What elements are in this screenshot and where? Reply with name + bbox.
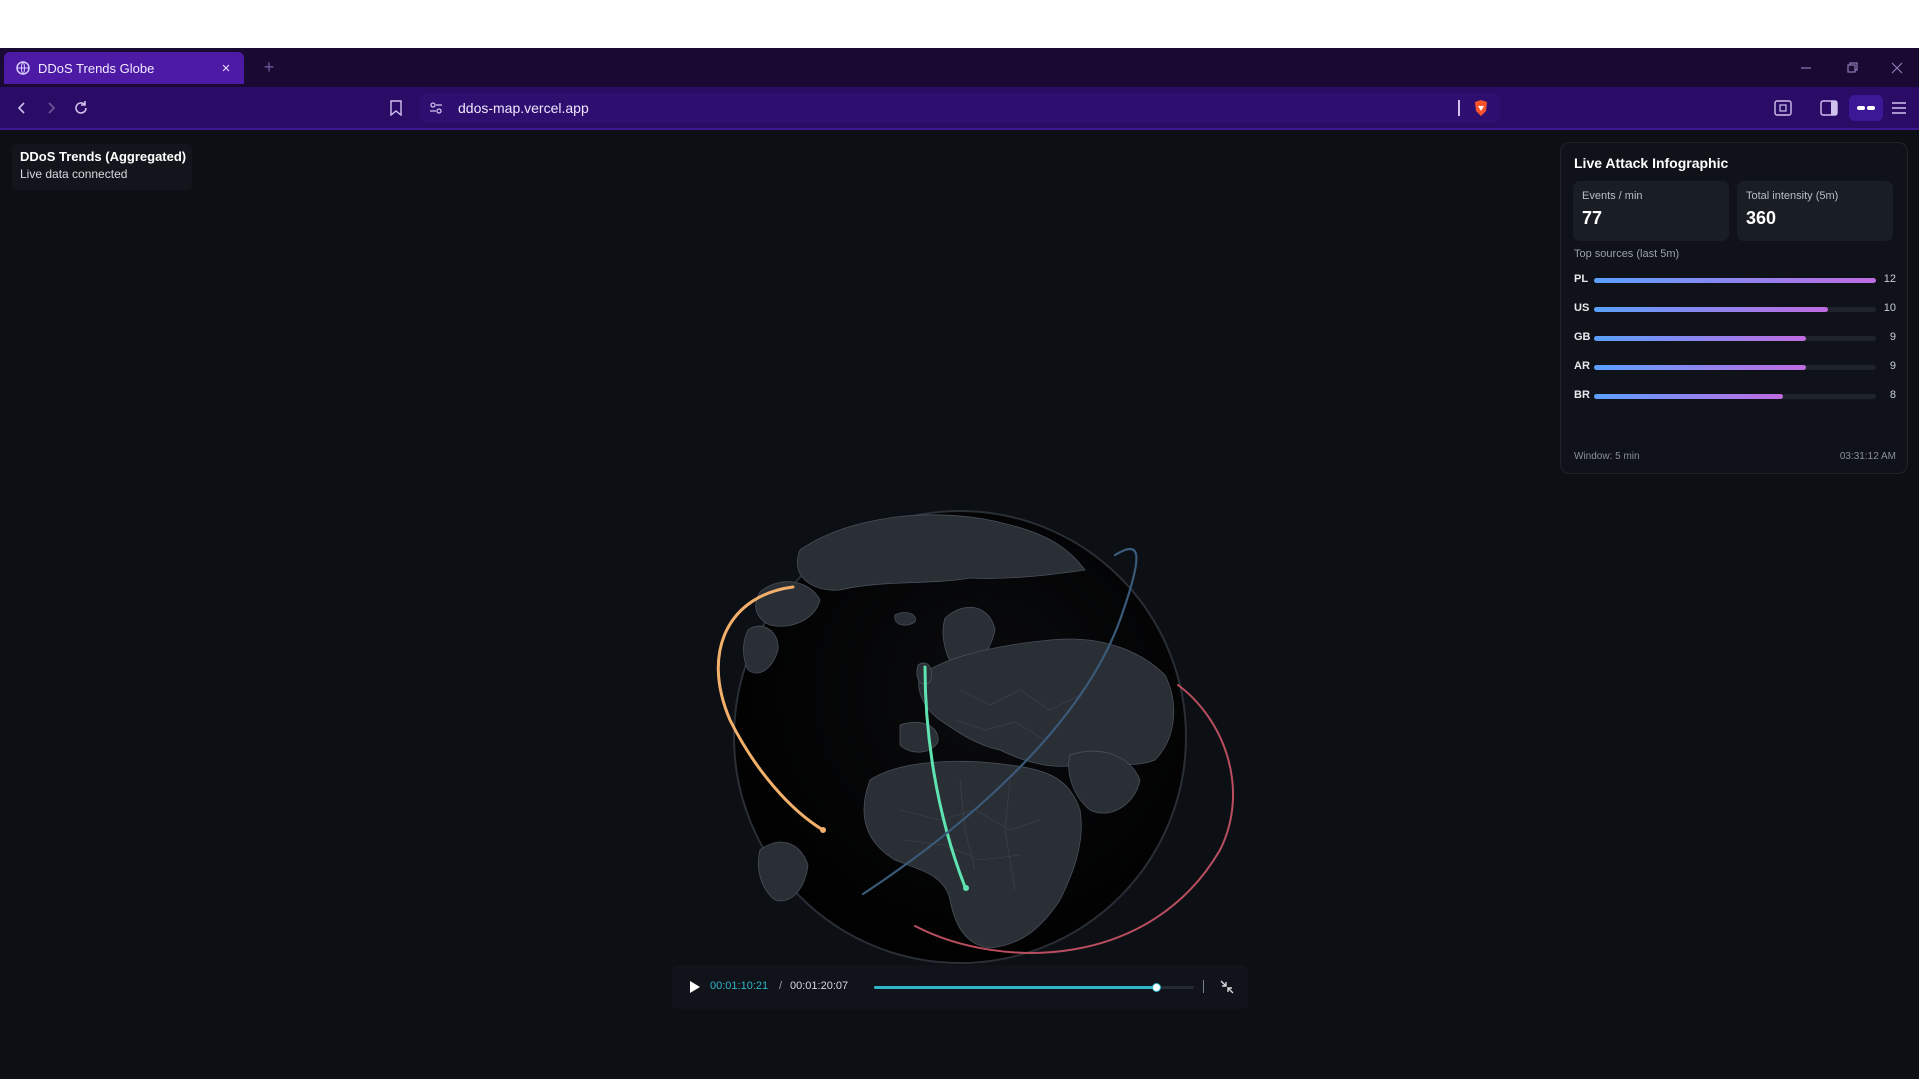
source-row-us: US 10 (1574, 300, 1896, 318)
status-heading: DDoS Trends (Aggregated) (20, 149, 187, 164)
exit-fullscreen-icon[interactable] (1218, 978, 1236, 996)
events-per-min-card: Events / min 77 (1573, 181, 1729, 241)
source-bar-fill (1594, 365, 1806, 370)
events-value: 77 (1582, 208, 1603, 228)
total-duration: 00:01:20:07 (790, 980, 849, 992)
source-bar-fill (1594, 394, 1783, 399)
wallet-icon[interactable] (1849, 95, 1883, 121)
close-window-icon[interactable] (1885, 56, 1909, 80)
globe-favicon-icon (16, 61, 30, 75)
source-count: 8 (1889, 389, 1896, 401)
tab-strip: DDoS Trends Globe × + (0, 48, 1919, 87)
source-bar-track (1594, 307, 1876, 312)
bookmark-icon[interactable] (383, 95, 409, 121)
status-subtext: Live data connected (20, 167, 128, 181)
sidebar-icon[interactable] (1816, 95, 1842, 121)
panel-timestamp: 03:31:12 AM (1839, 451, 1896, 462)
source-row-br: BR 8 (1574, 387, 1896, 405)
top-sources-heading: Top sources (last 5m) (1574, 248, 1680, 260)
current-time: 00:01:10:21 (710, 980, 769, 992)
panel-title: Live Attack Infographic (1574, 155, 1729, 171)
source-bar-track (1594, 365, 1876, 370)
forward-icon[interactable] (38, 95, 64, 121)
playback-controls: 00:01:10:21 / 00:01:20:07 (672, 965, 1248, 1009)
source-code: US (1574, 302, 1590, 314)
reload-icon[interactable] (68, 95, 94, 121)
events-label: Events / min (1582, 190, 1643, 202)
screenshot-icon[interactable] (1770, 95, 1796, 121)
connection-status-card: DDoS Trends (Aggregated) Live data conne… (12, 144, 192, 190)
seek-bar-fill (874, 986, 1156, 989)
source-bar-track (1594, 336, 1876, 341)
arc-endpoint-orange (820, 827, 826, 833)
restore-icon[interactable] (1840, 56, 1864, 80)
source-bar-track (1594, 278, 1876, 283)
new-tab-button[interactable]: + (258, 56, 280, 78)
intensity-label: Total intensity (5m) (1746, 190, 1839, 202)
source-count: 10 (1883, 302, 1896, 314)
menu-icon[interactable] (1886, 95, 1912, 121)
site-settings-icon[interactable] (428, 100, 444, 116)
source-count: 9 (1889, 331, 1896, 343)
source-count: 12 (1883, 273, 1896, 285)
source-bar-fill (1594, 336, 1806, 341)
url-divider (1458, 100, 1460, 116)
brave-shield-icon[interactable] (1472, 99, 1490, 117)
seek-bar[interactable] (874, 983, 1194, 992)
source-row-pl: PL 12 (1574, 271, 1896, 289)
player-divider (1203, 980, 1204, 993)
iceland-landmass (894, 612, 916, 626)
live-attack-panel: Live Attack Infographic Events / min 77 … (1560, 142, 1908, 474)
source-bar-fill (1594, 307, 1829, 312)
tab-close-icon[interactable]: × (216, 60, 236, 77)
intensity-value: 360 (1746, 208, 1777, 228)
seek-handle[interactable] (1151, 983, 1161, 992)
address-bar[interactable]: ddos-map.vercel.app (420, 93, 1500, 123)
minimize-icon[interactable] (1794, 56, 1818, 80)
play-icon[interactable] (686, 979, 702, 995)
window-label: Window: 5 min (1574, 451, 1640, 462)
app-canvas[interactable]: DDoS Trends (Aggregated) Live data conne… (0, 130, 1919, 1079)
source-row-ar: AR 9 (1574, 358, 1896, 376)
total-intensity-card: Total intensity (5m) 360 (1737, 181, 1893, 241)
source-bar-track (1594, 394, 1876, 399)
source-code: GB (1574, 331, 1591, 343)
source-code: AR (1574, 360, 1590, 372)
time-separator: / (779, 980, 783, 992)
back-icon[interactable] (9, 95, 35, 121)
url-text: ddos-map.vercel.app (458, 100, 589, 116)
arc-endpoint-green (963, 885, 969, 891)
source-code: PL (1574, 273, 1589, 285)
source-row-gb: GB 9 (1574, 329, 1896, 347)
source-count: 9 (1889, 360, 1896, 372)
source-bar-fill (1594, 278, 1876, 283)
browser-toolbar: ddos-map.vercel.app (0, 87, 1919, 130)
source-code: BR (1574, 389, 1590, 401)
tab-title: DDoS Trends Globe (38, 60, 155, 76)
tab-active[interactable]: DDoS Trends Globe × (4, 52, 244, 84)
